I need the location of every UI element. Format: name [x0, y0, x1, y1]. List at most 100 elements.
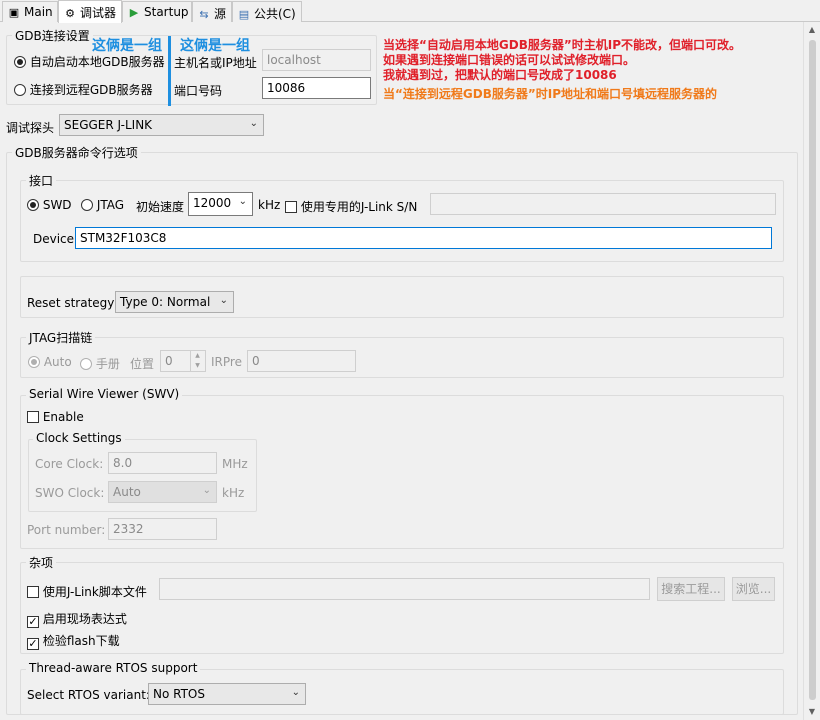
- rtos-legend: Thread-aware RTOS support: [26, 661, 201, 675]
- chevron-down-icon: ⌄: [238, 196, 247, 207]
- reset-select[interactable]: Type 0: Normal ⌄: [115, 291, 234, 313]
- tab-source[interactable]: ⇆ 源: [192, 1, 232, 22]
- rtos-select[interactable]: No RTOS ⌄: [148, 683, 306, 705]
- probe-select[interactable]: SEGGER J-LINK ⌄: [59, 114, 264, 136]
- tab-bar: ▣ Main ⚙ 调试器 ▶ Startup ⇆ 源 ▤ 公共(C): [0, 0, 820, 23]
- tab-label: Main: [24, 5, 53, 19]
- speed-unit: kHz: [258, 198, 281, 212]
- local-gdb-label: 自动启动本地GDB服务器: [29, 55, 165, 69]
- rtos-value: No RTOS: [153, 687, 205, 701]
- chevron-down-icon: ⌄: [202, 485, 211, 496]
- cmd-options-legend: GDB服务器命令行选项: [12, 144, 141, 161]
- jlink-script-checkbox[interactable]: 使用J-Link脚本文件: [27, 583, 147, 600]
- core-clock-unit: MHz: [222, 457, 248, 471]
- swv-port-label: Port number:: [27, 523, 106, 537]
- search-project-button[interactable]: 搜索工程...: [657, 577, 725, 601]
- speed-label: 初始速度: [136, 200, 185, 214]
- position-spinner[interactable]: ▲ ▼: [190, 351, 204, 371]
- local-gdb-radio[interactable]: 自动启动本地GDB服务器: [14, 53, 165, 70]
- swv-port-input[interactable]: 2332: [108, 518, 217, 540]
- core-clock-input[interactable]: 8.0: [108, 452, 217, 474]
- scroll-up-icon[interactable]: ▲: [804, 22, 820, 38]
- live-expressions-checkbox[interactable]: ✓ 启用现场表达式: [27, 610, 127, 628]
- annotation-group-2: 这俩是一组: [180, 38, 250, 54]
- jtag-auto-radio[interactable]: Auto: [28, 355, 72, 369]
- tab-main[interactable]: ▣ Main: [2, 1, 58, 22]
- checkmark-icon: ✓: [27, 637, 39, 650]
- chevron-down-icon: ⌄: [219, 295, 228, 306]
- checkmark-icon: ✓: [27, 615, 39, 628]
- rtos-label: Select RTOS variant:: [27, 688, 150, 702]
- gdb-connection-legend: GDB连接设置: [12, 27, 93, 44]
- swv-enable-checkbox[interactable]: Enable: [27, 410, 84, 424]
- port-input[interactable]: 10086: [262, 77, 371, 99]
- chevron-down-icon: ⌄: [291, 687, 300, 698]
- probe-value: SEGGER J-LINK: [64, 118, 153, 132]
- scroll-thumb[interactable]: [809, 40, 816, 700]
- swd-radio[interactable]: SWD: [27, 198, 72, 212]
- host-label: 主机名或IP地址: [174, 56, 257, 70]
- annotation-group-1: 这俩是一组: [92, 38, 162, 54]
- annotation-note-remote: 当“连接到远程GDB服务器”时IP地址和端口号填远程服务器的: [383, 87, 717, 101]
- jtag-radio[interactable]: JTAG: [81, 198, 124, 212]
- radio-unselected-icon: [81, 199, 93, 211]
- jtag-chain-legend: JTAG扫描链: [26, 329, 96, 346]
- remote-gdb-radio[interactable]: 连接到远程GDB服务器: [14, 81, 153, 98]
- swv-legend: Serial Wire Viewer (SWV): [26, 387, 183, 401]
- tab-common[interactable]: ▤ 公共(C): [232, 1, 302, 22]
- verify-flash-checkbox[interactable]: ✓ 检验flash下载: [27, 632, 120, 650]
- radio-selected-icon: [14, 56, 26, 68]
- tab-label: 源: [214, 7, 227, 21]
- core-clock-label: Core Clock:: [35, 457, 104, 471]
- browse-button[interactable]: 浏览...: [732, 577, 775, 601]
- spin-up-icon[interactable]: ▲: [191, 351, 204, 361]
- jtag-manual-label: 手册: [95, 357, 120, 371]
- radio-unselected-icon: [14, 84, 26, 96]
- jlink-script-label: 使用J-Link脚本文件: [42, 585, 147, 599]
- swo-clock-label: SWO Clock:: [35, 486, 105, 500]
- host-input[interactable]: localhost: [262, 49, 371, 71]
- clock-settings-legend: Clock Settings: [33, 431, 125, 445]
- probe-label: 调试探头: [6, 121, 55, 135]
- tab-label: 调试器: [80, 6, 117, 20]
- tab-startup[interactable]: ▶ Startup: [122, 1, 192, 22]
- irpre-label: IRPre: [211, 355, 242, 369]
- swv-enable-label: Enable: [42, 410, 84, 424]
- sn-checkbox[interactable]: 使用专用的J-Link S/N: [285, 198, 417, 215]
- radio-selected-icon: [27, 199, 39, 211]
- annotation-note-3: 我就遇到过，把默认的端口号改成了10086: [383, 68, 617, 82]
- spin-down-icon[interactable]: ▼: [191, 361, 204, 371]
- vertical-scrollbar[interactable]: ▲ ▼: [803, 22, 820, 720]
- tab-debugger[interactable]: ⚙ 调试器: [58, 0, 122, 23]
- radio-selected-icon: [28, 356, 40, 368]
- irpre-input[interactable]: 0: [247, 350, 356, 372]
- swd-label: SWD: [42, 198, 72, 212]
- jtag-auto-label: Auto: [43, 355, 72, 369]
- interface-legend: 接口: [26, 172, 57, 189]
- reset-label: Reset strategy: [27, 296, 115, 310]
- annotation-divider: [168, 36, 171, 106]
- debugger-icon: ⚙: [65, 7, 75, 20]
- device-input[interactable]: STM32F103C8: [75, 227, 772, 249]
- position-value: 0: [165, 354, 173, 368]
- speed-select[interactable]: 12000 ⌄: [188, 192, 253, 216]
- live-expressions-label: 启用现场表达式: [42, 612, 127, 626]
- speed-value: 12000: [193, 196, 232, 210]
- swo-clock-select[interactable]: Auto ⌄: [108, 481, 217, 503]
- chevron-down-icon: ⌄: [249, 118, 258, 129]
- swo-clock-unit: kHz: [222, 486, 245, 500]
- port-label: 端口号码: [174, 84, 223, 98]
- device-label: Device: [33, 232, 75, 246]
- sn-label: 使用专用的J-Link S/N: [300, 200, 418, 214]
- tab-label: 公共(C): [254, 7, 296, 21]
- reset-value: Type 0: Normal: [120, 295, 211, 309]
- scroll-down-icon[interactable]: ▼: [804, 704, 820, 720]
- verify-flash-label: 检验flash下载: [42, 634, 120, 648]
- startup-icon: ▶: [129, 6, 139, 19]
- checkbox-icon: [27, 586, 39, 598]
- sn-input[interactable]: [430, 193, 776, 215]
- jlink-script-input[interactable]: [159, 578, 650, 600]
- swo-clock-value: Auto: [113, 485, 141, 499]
- jtag-manual-radio[interactable]: 手册: [80, 355, 120, 372]
- tab-label: Startup: [144, 5, 189, 19]
